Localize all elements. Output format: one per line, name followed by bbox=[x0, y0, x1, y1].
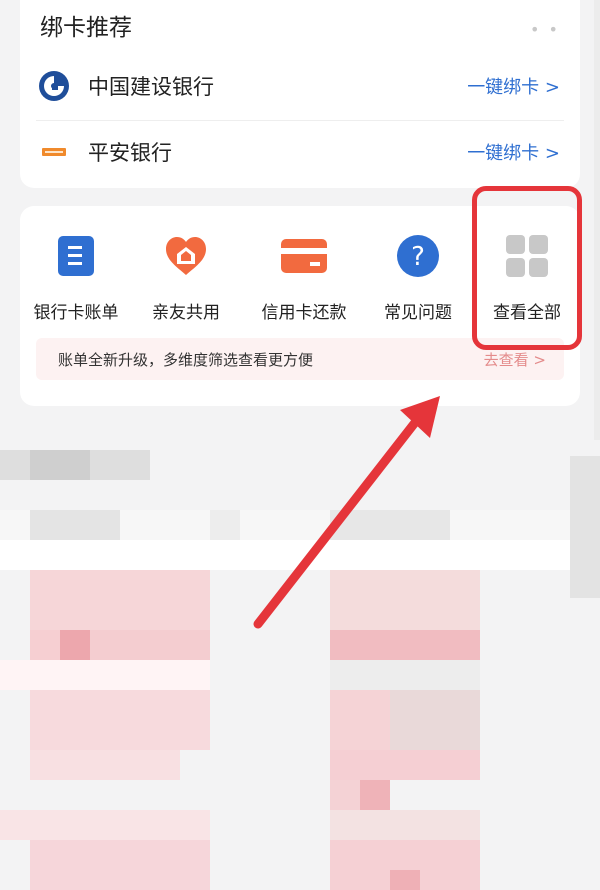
red-arrow-annotation bbox=[253, 396, 440, 629]
